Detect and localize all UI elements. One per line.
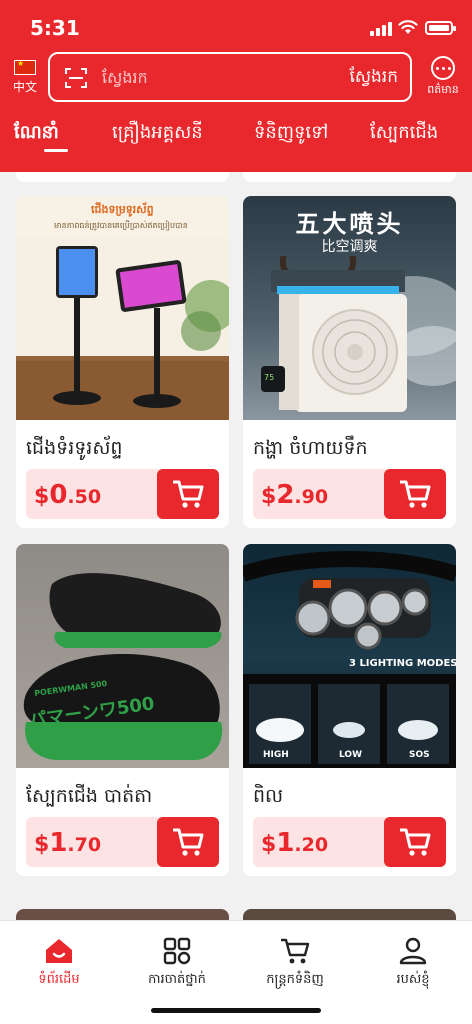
product-name: កង្ហា ចំហាយទឹក — [253, 437, 368, 459]
product-image: POERWMAN 500 パマーンワ500 — [16, 544, 229, 768]
category-tabs: ណែនាំ គ្រឿងអគ្គសនី ទំនិញទូទៅ ស្បែកជើង — [0, 112, 472, 162]
nav-category-label: ការចាត់ថ្នាក់ — [148, 972, 206, 987]
cart-icon — [173, 828, 204, 856]
add-to-cart-button[interactable] — [384, 469, 446, 519]
search-bar[interactable]: ស្វែងរក ស្វែងរក — [48, 52, 412, 102]
image-title: 五大喷头 — [295, 210, 404, 238]
previous-card-edge — [243, 172, 456, 182]
image-mode-high: HIGH — [263, 750, 289, 760]
nav-profile[interactable]: របស់ខ្ញុំ — [354, 937, 472, 997]
nav-category[interactable]: ការចាត់ថ្នាក់ — [118, 937, 236, 997]
search-button[interactable]: ស្វែងរក — [349, 66, 398, 91]
price-box: $2.90 — [253, 469, 446, 519]
image-mode-sos: SOS — [409, 750, 430, 760]
product-image: 3 LIGHTING MODES HIGH LOW SOS — [243, 544, 456, 768]
china-flag-icon — [14, 59, 36, 75]
info-button[interactable]: ពត៌មាន — [420, 56, 466, 100]
active-tab-indicator — [44, 149, 68, 152]
language-switch[interactable]: 中文 — [10, 59, 40, 98]
add-to-cart-button[interactable] — [384, 817, 446, 867]
image-title: 3 LIGHTING MODES — [349, 658, 456, 669]
add-to-cart-button[interactable] — [157, 469, 219, 519]
signal-icon — [370, 22, 392, 36]
scan-icon[interactable] — [64, 66, 88, 90]
nav-home[interactable]: ទំព័រដើម — [0, 937, 118, 997]
wifi-icon — [398, 20, 418, 34]
nav-profile-label: របស់ខ្ញុំ — [396, 972, 430, 987]
image-display-text: 75 — [264, 373, 275, 382]
nav-cart-label: កន្ត្រកទំនិញ — [266, 972, 324, 987]
more-dots-icon — [431, 56, 455, 80]
product-price: $1.20 — [261, 828, 329, 858]
home-indicator — [151, 1008, 321, 1013]
product-price: $1.70 — [34, 828, 102, 858]
info-label: ពត៌មាន — [427, 83, 459, 96]
user-icon — [399, 937, 427, 965]
cart-icon — [400, 828, 431, 856]
product-card[interactable]: ជើងទម្រទូរស័ព្ទ មានភាពធន់ត្រូវបានគេប្រើប… — [16, 196, 229, 528]
product-price: $2.90 — [261, 480, 329, 510]
cart-icon — [281, 938, 310, 964]
home-icon — [46, 939, 72, 963]
product-image: 五大喷头 比空调爽 75 — [243, 196, 456, 420]
product-card[interactable]: 五大喷头 比空调爽 75 កង្ហា ចំហាយទឹក $2.90 — [243, 196, 456, 528]
product-card[interactable]: 3 LIGHTING MODES HIGH LOW SOS ពិល $1.20 — [243, 544, 456, 876]
tab-recommended[interactable]: ណែនាំ — [14, 120, 59, 147]
status-bar: 5:31 — [0, 0, 472, 52]
product-image: ជើងទម្រទូរស័ព្ទ មានភាពធន់ត្រូវបានគេប្រើប… — [16, 196, 229, 420]
language-label: 中文 — [12, 80, 37, 94]
status-time: 5:31 — [30, 16, 80, 40]
price-box: $0.50 — [26, 469, 219, 519]
product-name: ស្បែកជើង បាត់តា — [26, 785, 153, 807]
tab-electronics[interactable]: គ្រឿងអគ្គសនី — [112, 120, 203, 147]
previous-card-edge — [16, 172, 229, 182]
cart-icon — [173, 480, 204, 508]
image-mode-low: LOW — [339, 750, 362, 760]
cart-icon — [400, 480, 431, 508]
tab-general-goods[interactable]: ទំនិញទូទៅ — [254, 120, 328, 147]
image-subtitle: 比空调爽 — [321, 239, 378, 255]
category-icon — [163, 937, 191, 965]
battery-icon — [425, 21, 456, 35]
price-box: $1.20 — [253, 817, 446, 867]
add-to-cart-button[interactable] — [157, 817, 219, 867]
search-input[interactable]: ស្វែងរក — [102, 67, 148, 91]
product-name: ជើងទំរទូរស័ព្ទ — [26, 437, 123, 459]
price-box: $1.70 — [26, 817, 219, 867]
product-price: $0.50 — [34, 480, 102, 510]
tab-shoes[interactable]: ស្បែកជើង — [370, 120, 438, 147]
app-header: 5:31 中文 ស្វែងរក ស្វែងរក ពត៌មាន ណែនាំ គ្រ… — [0, 0, 472, 172]
product-card[interactable]: POERWMAN 500 パマーンワ500 ស្បែកជើង បាត់តា $1… — [16, 544, 229, 876]
image-subtitle: មានភាពធន់ត្រូវបានគេប្រើប្រាស់ឥតប្រៀបបាន — [54, 221, 188, 230]
nav-cart[interactable]: កន្ត្រកទំនិញ — [236, 937, 354, 997]
nav-home-label: ទំព័រដើម — [38, 972, 80, 987]
image-title: ជើងទម្រទូរស័ព្ទ — [91, 203, 154, 216]
product-name: ពិល — [253, 785, 284, 807]
